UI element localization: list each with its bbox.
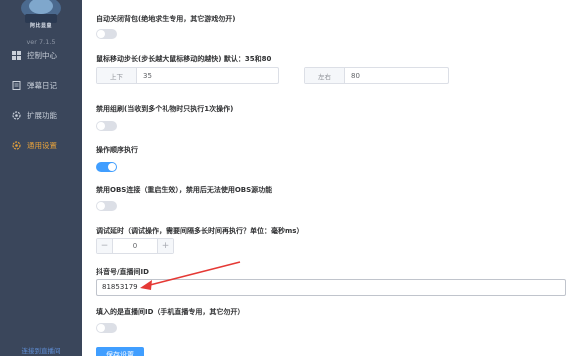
leftright-prepend: 左右 <box>305 68 345 83</box>
grid-icon <box>12 50 21 60</box>
logo-text: 阿比显皇 <box>29 23 52 29</box>
save-button[interactable]: 保存设置 <box>96 347 144 356</box>
sidebar-item-control-center[interactable]: 控制中心 <box>12 48 57 62</box>
room-id-label: 抖音号/直播间ID <box>96 268 149 276</box>
disable-obs-label: 禁用OBS连接（重启生效），禁用后无法使用OBS源功能 <box>96 186 273 194</box>
debug-delay-stepper[interactable]: − 0 + <box>96 238 174 254</box>
updown-step-input[interactable] <box>137 68 278 83</box>
version-label: ver 7.1.5 <box>26 38 56 46</box>
decrement-button[interactable]: − <box>97 239 113 253</box>
sidebar-item-general-settings[interactable]: 通用设置 <box>12 138 57 152</box>
sidebar: 阿比显皇 ver 7.1.5 控制中心 弹幕日记 扩展功能 通用设置 连接到直播… <box>0 0 82 356</box>
sequential-label: 操作顺序执行 <box>96 146 138 154</box>
debug-delay-label: 调试延时（调试操作，需要间隔多长时间再执行？单位：毫秒ms） <box>96 227 304 235</box>
phone-room-label: 填入的是直播间ID（手机直播专用，其它勿开） <box>96 308 245 316</box>
sequential-switch[interactable] <box>96 162 117 172</box>
phone-room-switch[interactable] <box>96 323 117 333</box>
sidebar-item-label: 通用设置 <box>27 140 57 150</box>
sidebar-item-label: 弹幕日记 <box>27 80 57 90</box>
increment-button[interactable]: + <box>157 239 173 253</box>
sidebar-item-label: 扩展功能 <box>27 110 57 120</box>
leftright-step-input[interactable] <box>345 68 448 83</box>
room-id-input[interactable]: 81853179 <box>96 279 566 296</box>
mouse-step-label: 鼠标移动步长(步长越大鼠标移动的越快) 默认：35和80 <box>96 55 272 63</box>
disable-combo-label: 禁用组刷(当收到多个礼物时只执行1次操作) <box>96 105 234 113</box>
auto-close-backpack-label: 自动关闭背包(绝地求生专用，其它游戏勿开) <box>96 15 236 23</box>
disable-obs-switch[interactable] <box>96 201 117 211</box>
updown-step-field[interactable]: 上下 <box>96 67 279 84</box>
connect-room-link[interactable]: 连接到直播间 <box>0 345 82 355</box>
sidebar-item-extensions[interactable]: 扩展功能 <box>12 108 57 122</box>
settings-icon <box>12 140 21 150</box>
sidebar-item-danmu-log[interactable]: 弹幕日记 <box>12 78 57 92</box>
document-icon <box>12 80 21 90</box>
gear-icon <box>12 110 21 120</box>
debug-delay-value[interactable]: 0 <box>113 239 157 253</box>
disable-combo-switch[interactable] <box>96 121 117 131</box>
sidebar-item-label: 控制中心 <box>27 50 57 60</box>
updown-prepend: 上下 <box>97 68 137 83</box>
leftright-step-field[interactable]: 左右 <box>304 67 449 84</box>
settings-panel: 自动关闭背包(绝地求生专用，其它游戏勿开) 鼠标移动步长(步长越大鼠标移动的越快… <box>82 0 576 356</box>
auto-close-backpack-switch[interactable] <box>96 29 117 39</box>
